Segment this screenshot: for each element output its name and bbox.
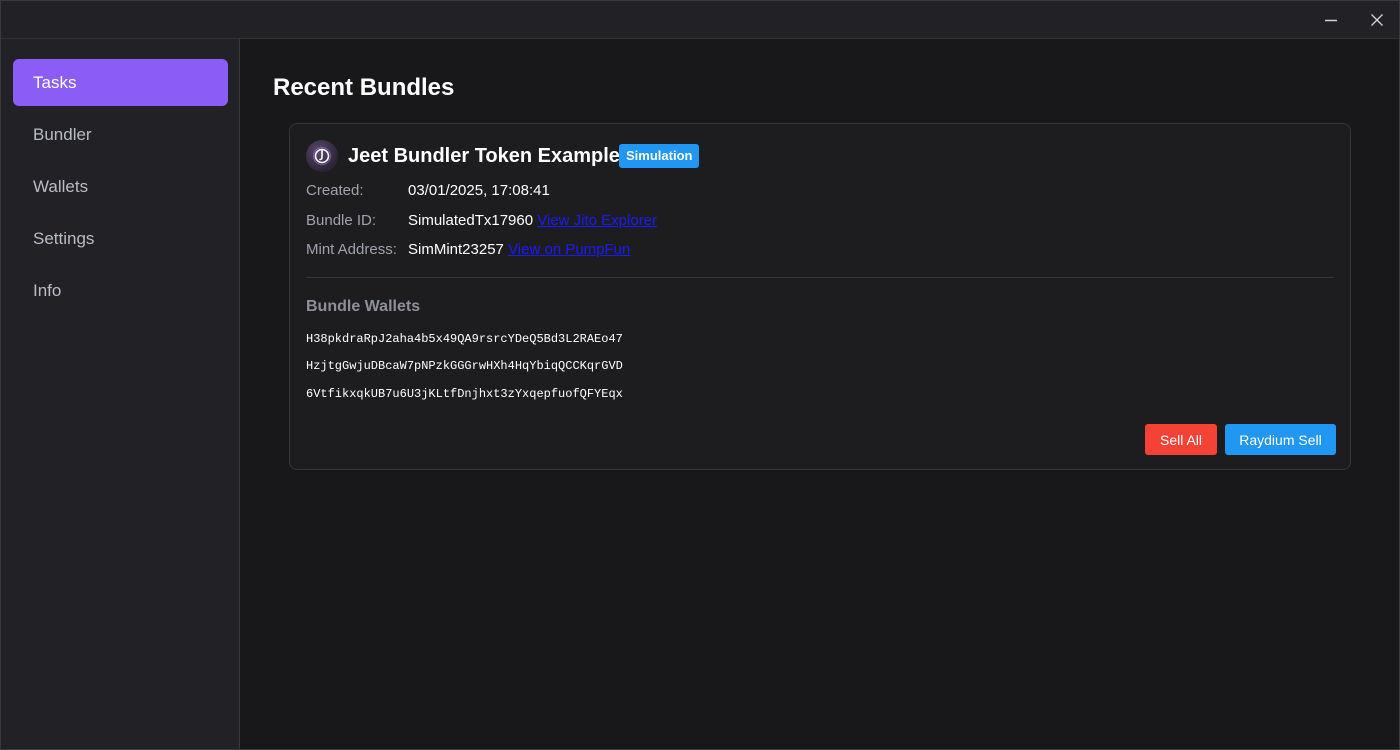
sidebar-item-label: Wallets <box>33 176 89 196</box>
bundle-id-value: SimulatedTx17960 <box>408 212 534 229</box>
jito-explorer-link[interactable]: View Jito Explorer <box>537 212 657 229</box>
app-window: Tasks Bundler Wallets Settings Info Rece… <box>0 0 1400 750</box>
wallet-address: H38pkdraRpJ2aha4b5x49QA9rsrcYDeQ5Bd3L2RA… <box>306 332 623 346</box>
sidebar-item-label: Settings <box>33 228 95 248</box>
sidebar-item-wallets[interactable]: Wallets <box>13 163 228 210</box>
main-content: Recent Bundles Jeet Bundler Token Exampl… <box>240 39 1399 749</box>
created-value: 03/01/2025, 17:08:41 <box>408 182 550 199</box>
bundle-id-group: SimulatedTx17960 View Jito Explorer <box>408 212 657 229</box>
created-label: Created: <box>306 182 364 199</box>
mint-address-value: SimMint23257 <box>408 241 504 258</box>
sidebar: Tasks Bundler Wallets Settings Info <box>1 39 240 749</box>
bundle-id-label: Bundle ID: <box>306 212 377 229</box>
sidebar-item-info[interactable]: Info <box>13 267 228 314</box>
pumpfun-link[interactable]: View on PumpFun <box>508 241 630 258</box>
minimize-icon <box>1325 19 1337 21</box>
close-button[interactable] <box>1355 1 1399 38</box>
title-bar <box>1 1 1399 39</box>
sidebar-item-tasks[interactable]: Tasks <box>13 59 228 106</box>
sidebar-item-label: Bundler <box>33 124 92 144</box>
mint-address-group: SimMint23257 View on PumpFun <box>408 241 630 258</box>
sell-all-button[interactable]: Sell All <box>1145 424 1217 455</box>
close-icon <box>1371 13 1383 26</box>
token-name: Jeet Bundler Token Example <box>348 145 620 167</box>
sidebar-item-settings[interactable]: Settings <box>13 215 228 262</box>
divider <box>306 277 1334 278</box>
wallet-address: HzjtgGwjuDBcaW7pNPzkGGGrwHXh4HqYbiqQCCKq… <box>306 359 623 373</box>
mint-address-label: Mint Address: <box>306 241 397 258</box>
raydium-sell-button[interactable]: Raydium Sell <box>1225 424 1336 455</box>
token-logo-icon <box>306 140 338 172</box>
bundle-card: Jeet Bundler Token Example Simulation Cr… <box>289 123 1351 470</box>
sidebar-item-label: Tasks <box>33 72 77 92</box>
sidebar-item-bundler[interactable]: Bundler <box>13 111 228 158</box>
wallet-address: 6VtfikxqkUB7u6U3jKLtfDnjhxt3zYxqepfuofQF… <box>306 387 623 401</box>
status-badge: Simulation <box>619 144 700 168</box>
sidebar-item-label: Info <box>33 280 62 300</box>
minimize-button[interactable] <box>1309 1 1353 38</box>
page-title: Recent Bundles <box>273 74 455 101</box>
bundle-wallets-title: Bundle Wallets <box>306 298 421 315</box>
